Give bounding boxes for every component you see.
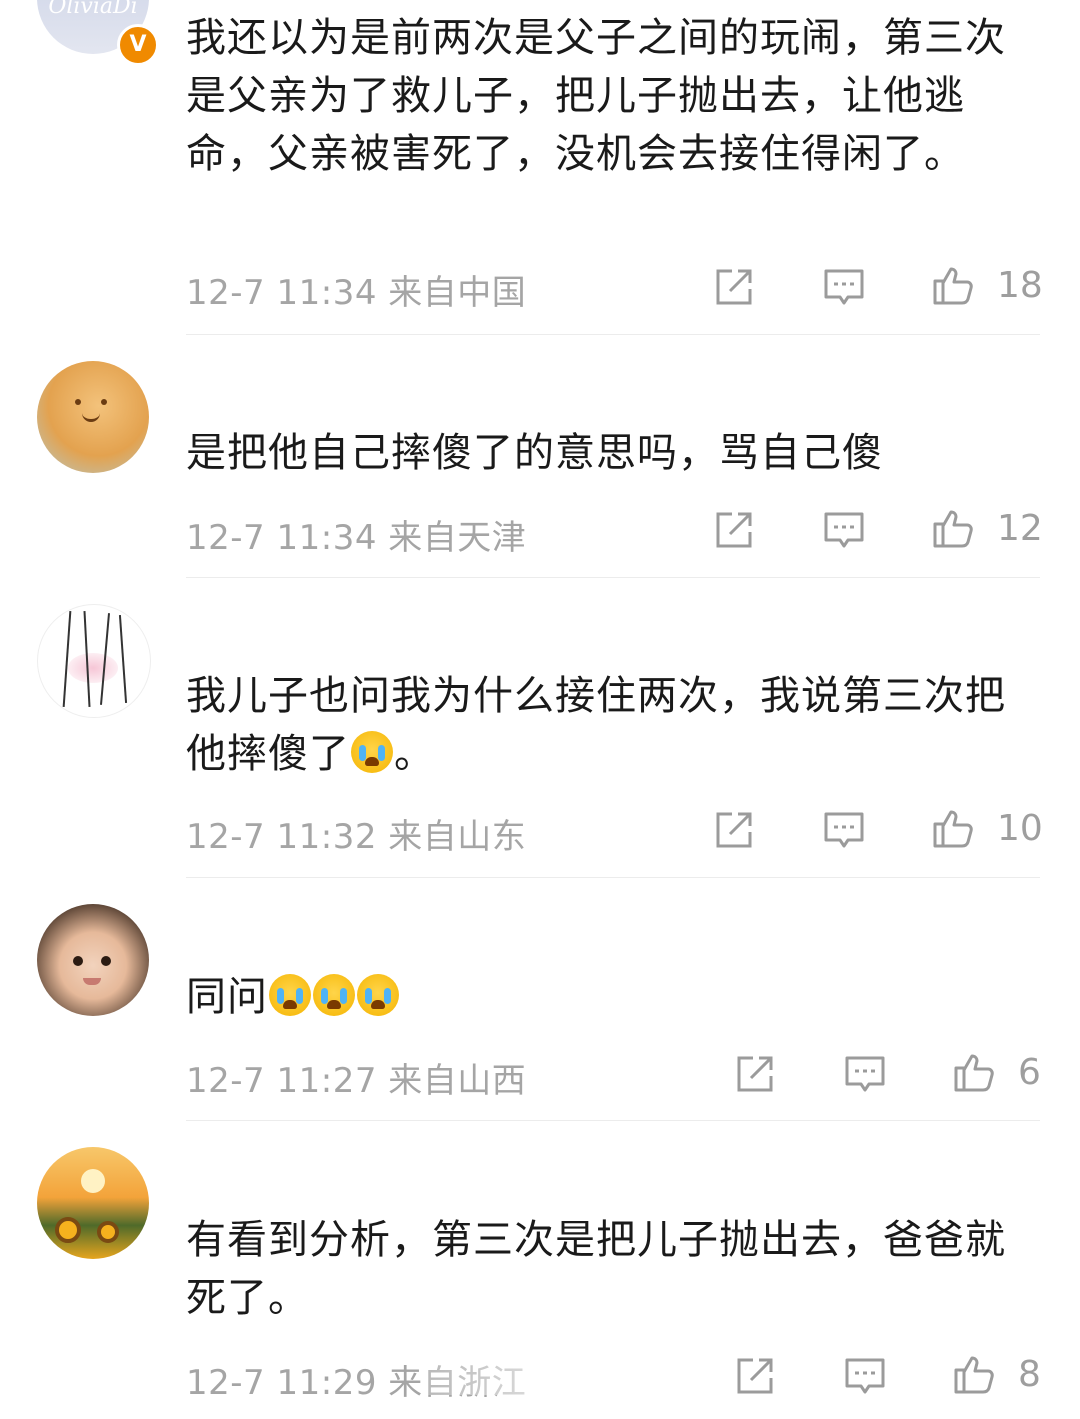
like-count: 6 bbox=[1018, 1052, 1041, 1093]
comment-text: 有看到分析，第三次是把儿子抛出去，爸爸就死了。 bbox=[186, 1217, 1006, 1321]
avatar[interactable] bbox=[37, 604, 151, 718]
thumbs-up-icon[interactable] bbox=[952, 1352, 996, 1396]
share-icon[interactable] bbox=[733, 1052, 777, 1096]
avatar[interactable] bbox=[37, 904, 149, 1016]
comment-item: 是把他自己摔傻了的意思吗，骂自己傻 12-7 11:34 来自天津 12 bbox=[0, 335, 1080, 578]
comment-icon[interactable] bbox=[822, 508, 866, 552]
comment-icon[interactable] bbox=[843, 1354, 887, 1398]
comment-item: 同问 12-7 11:27 来自山西 6 bbox=[0, 878, 1080, 1121]
thumbs-up-icon[interactable] bbox=[952, 1050, 996, 1094]
comment-text: 我儿子也问我为什么接住两次，我说第三次把他摔傻了。 bbox=[186, 667, 1026, 783]
like-count: 10 bbox=[997, 808, 1043, 849]
thumbs-up-icon[interactable] bbox=[931, 263, 975, 307]
avatar[interactable] bbox=[37, 361, 149, 473]
comment-meta: 12-7 11:34 来自天津 bbox=[186, 518, 527, 558]
like-count: 8 bbox=[1018, 1354, 1041, 1395]
share-icon[interactable] bbox=[712, 508, 756, 552]
comment-item: 我儿子也问我为什么接住两次，我说第三次把他摔傻了。 12-7 11:32 来自山… bbox=[0, 578, 1080, 878]
comment-icon[interactable] bbox=[843, 1052, 887, 1096]
share-icon[interactable] bbox=[733, 1354, 777, 1398]
comment-meta: 12-7 11:27 来自山西 bbox=[186, 1061, 527, 1101]
avatar[interactable] bbox=[37, 1147, 149, 1259]
share-icon[interactable] bbox=[712, 265, 756, 309]
crying-emoji-icon bbox=[351, 731, 393, 773]
comment-meta: 12-7 11:32 来自山东 bbox=[186, 817, 527, 857]
verified-badge: V bbox=[117, 24, 159, 66]
comment-icon[interactable] bbox=[822, 808, 866, 852]
like-count: 18 bbox=[997, 265, 1043, 306]
crying-emoji-icon bbox=[313, 974, 355, 1016]
thumbs-up-icon[interactable] bbox=[931, 806, 975, 850]
comment-text: 我还以为是前两次是父子之间的玩闹，第三次是父亲为了救儿子，把儿子抛出去，让他逃命… bbox=[186, 15, 1006, 177]
crying-emoji-icon bbox=[357, 974, 399, 1016]
comment-text: 是把他自己摔傻了的意思吗，骂自己傻 bbox=[186, 430, 883, 476]
like-count: 12 bbox=[997, 508, 1043, 549]
comment-meta: 12-7 11:34 来自中国 bbox=[186, 273, 527, 313]
thumbs-up-icon[interactable] bbox=[931, 506, 975, 550]
comment-item: OliviaDi V 我还以为是前两次是父子之间的玩闹，第三次是父亲为了救儿子，… bbox=[0, 0, 1080, 335]
comment-text-tail: 。 bbox=[394, 731, 435, 777]
comment-text-body: 同问 bbox=[186, 974, 268, 1020]
watermark-blur bbox=[420, 1355, 640, 1395]
comment-icon[interactable] bbox=[822, 265, 866, 309]
comment-text-body: 我儿子也问我为什么接住两次，我说第三次把他摔傻了 bbox=[186, 673, 1006, 777]
avatar-text: OliviaDi bbox=[48, 0, 138, 19]
crying-emoji-icon bbox=[269, 974, 311, 1016]
comment-text: 同问 bbox=[186, 968, 1026, 1026]
share-icon[interactable] bbox=[712, 808, 756, 852]
